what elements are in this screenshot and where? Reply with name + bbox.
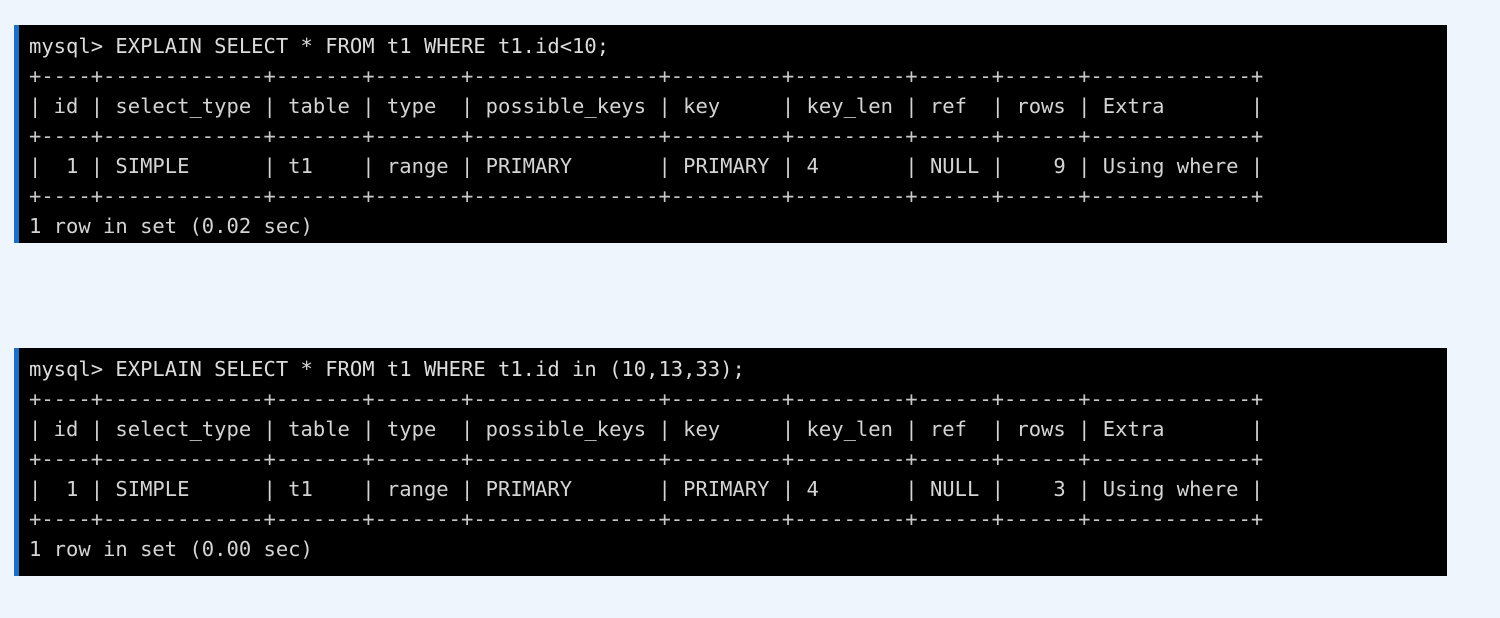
command-prompt-line: mysql> EXPLAIN SELECT * FROM t1 WHERE t1…: [29, 34, 610, 58]
table-rule-bottom: +----+-------------+-------+-------+----…: [29, 507, 1264, 531]
table-header-row: | id | select_type | table | type | poss…: [29, 94, 1264, 118]
table-rule-top: +----+-------------+-------+-------+----…: [29, 387, 1264, 411]
table-row: | 1 | SIMPLE | t1 | range | PRIMARY | PR…: [29, 154, 1264, 178]
page-root: mysql> EXPLAIN SELECT * FROM t1 WHERE t1…: [0, 0, 1500, 618]
table-rule-middle: +----+-------------+-------+-------+----…: [29, 124, 1264, 148]
table-header-row: | id | select_type | table | type | poss…: [29, 417, 1264, 441]
terminal-block-second[interactable]: mysql> EXPLAIN SELECT * FROM t1 WHERE t1…: [14, 348, 1447, 576]
table-rule-middle: +----+-------------+-------+-------+----…: [29, 447, 1264, 471]
terminal-output-second: mysql> EXPLAIN SELECT * FROM t1 WHERE t1…: [19, 348, 1447, 570]
result-status-line: 1 row in set (0.00 sec): [29, 537, 313, 561]
table-rule-bottom: +----+-------------+-------+-------+----…: [29, 184, 1264, 208]
command-prompt-line: mysql> EXPLAIN SELECT * FROM t1 WHERE t1…: [29, 357, 745, 381]
result-status-line: 1 row in set (0.02 sec): [29, 214, 313, 238]
table-rule-top: +----+-------------+-------+-------+----…: [29, 64, 1264, 88]
terminal-block-first[interactable]: mysql> EXPLAIN SELECT * FROM t1 WHERE t1…: [14, 25, 1447, 243]
terminal-output-first: mysql> EXPLAIN SELECT * FROM t1 WHERE t1…: [19, 25, 1447, 243]
table-row: | 1 | SIMPLE | t1 | range | PRIMARY | PR…: [29, 477, 1264, 501]
